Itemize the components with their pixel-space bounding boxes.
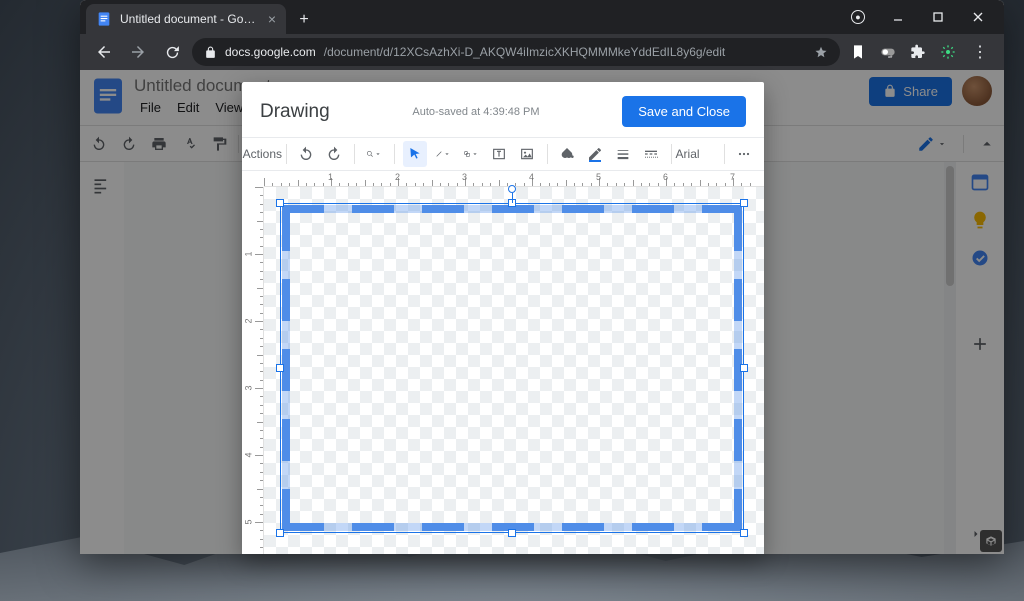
drawing-autosave-status: Auto-saved at 4:39:48 PM [340, 106, 613, 118]
extension-puzzle-icon[interactable] [906, 40, 930, 64]
new-tab-button[interactable]: + [290, 6, 318, 34]
tab-close-icon[interactable]: × [268, 11, 276, 27]
incognito-indicator-icon: ● [840, 3, 876, 31]
browser-tab-title: Untitled document - Google Docs [120, 12, 260, 26]
drawing-dialog: Drawing Auto-saved at 4:39:48 PM Save an… [242, 82, 764, 554]
window-maximize-button[interactable] [920, 3, 956, 31]
vertical-ruler[interactable]: 1 2 3 4 5 [242, 187, 264, 554]
url-path: /document/d/12XCsAzhXi-D_AKQW4iImzicXKHQ… [324, 45, 726, 59]
extension-bookmark-icon[interactable] [846, 40, 870, 64]
border-dash-button[interactable] [639, 141, 663, 167]
drawing-title: Drawing [260, 101, 330, 123]
zoom-dropdown[interactable] [362, 141, 386, 167]
ruler-number: 2 [395, 172, 400, 182]
bookmark-star-icon[interactable] [814, 45, 828, 59]
resize-handle-e[interactable] [740, 364, 748, 372]
ruler-number: 5 [596, 172, 601, 182]
ruler-number: 1 [328, 172, 333, 182]
undo-button[interactable] [294, 141, 318, 167]
nav-back-button[interactable] [90, 38, 118, 66]
ruler-number: 7 [730, 172, 735, 182]
image-tool[interactable] [515, 141, 539, 167]
docs-favicon-icon [96, 11, 112, 27]
extension-settings-icon[interactable] [936, 40, 960, 64]
vruler-number: 2 [244, 318, 254, 323]
drawing-dialog-header: Drawing Auto-saved at 4:39:48 PM Save an… [242, 82, 764, 137]
nav-forward-button[interactable] [124, 38, 152, 66]
redo-button[interactable] [322, 141, 346, 167]
drawing-canvas-area: 1 2 3 4 5 6 7 1 2 3 4 5 [242, 171, 764, 554]
resize-handle-se[interactable] [740, 529, 748, 537]
vruler-number: 3 [244, 385, 254, 390]
url-host: docs.google.com [225, 45, 316, 59]
save-and-close-button[interactable]: Save and Close [622, 96, 746, 127]
ruler-number: 4 [529, 172, 534, 182]
browser-addressbar: docs.google.com/document/d/12XCsAzhXi-D_… [80, 34, 1004, 70]
nav-reload-button[interactable] [158, 38, 186, 66]
actions-dropdown[interactable]: Actions [250, 141, 278, 167]
more-tools-button[interactable] [732, 141, 756, 167]
select-tool[interactable] [403, 141, 427, 167]
drawing-toolbar: Actions Arial [242, 137, 764, 171]
chevron-down-icon [374, 146, 382, 162]
url-field[interactable]: docs.google.com/document/d/12XCsAzhXi-D_… [192, 38, 840, 66]
textbox-tool[interactable] [487, 141, 511, 167]
browser-tabbar: Untitled document - Google Docs × + ● [80, 0, 1004, 34]
drawing-canvas[interactable] [264, 187, 764, 554]
chevron-down-icon [443, 146, 451, 162]
fill-color-button[interactable] [555, 141, 579, 167]
resize-handle-s[interactable] [508, 529, 516, 537]
resize-handle-sw[interactable] [276, 529, 284, 537]
vruler-number: 5 [244, 519, 254, 524]
line-tool[interactable] [431, 141, 455, 167]
browser-tab-active[interactable]: Untitled document - Google Docs × [86, 4, 286, 34]
lock-icon [204, 46, 217, 59]
window-minimize-button[interactable] [880, 3, 916, 31]
vruler-number: 1 [244, 251, 254, 256]
shape-tool[interactable] [459, 141, 483, 167]
ruler-number: 3 [462, 172, 467, 182]
extension-toggle-icon[interactable]: off [876, 40, 900, 64]
font-dropdown[interactable]: Arial [679, 141, 715, 167]
window-controls: ● [840, 0, 1004, 34]
vruler-number: 4 [244, 452, 254, 457]
chrome-menu-button[interactable]: ⋮ [966, 42, 994, 62]
selection-outline [280, 203, 744, 533]
border-weight-button[interactable] [611, 141, 635, 167]
chevron-down-icon [471, 146, 479, 162]
resize-handle-ne[interactable] [740, 199, 748, 207]
ruler-number: 6 [663, 172, 668, 182]
rotate-handle[interactable] [508, 185, 516, 193]
border-color-button[interactable] [583, 141, 607, 167]
resize-handle-nw[interactable] [276, 199, 284, 207]
resize-handle-w[interactable] [276, 364, 284, 372]
rotate-stem [512, 193, 513, 203]
window-close-button[interactable] [960, 3, 996, 31]
